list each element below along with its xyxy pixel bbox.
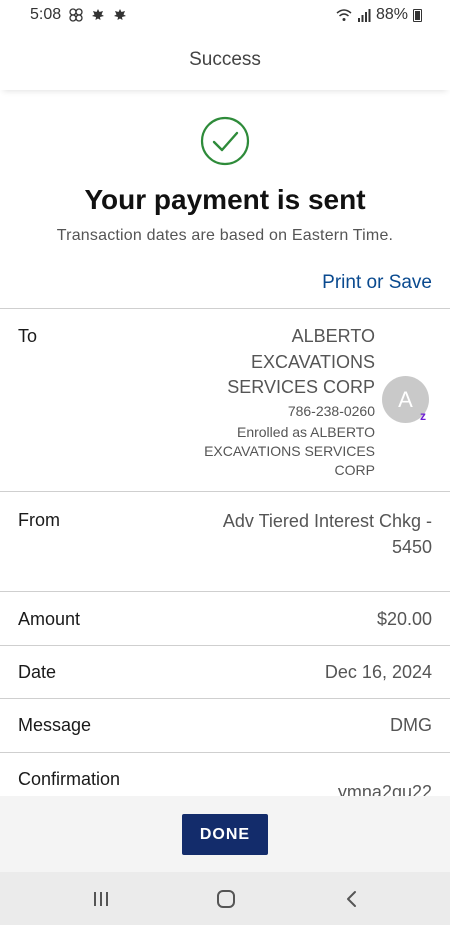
check-circle-icon xyxy=(200,116,250,166)
amount-label: Amount xyxy=(18,609,81,629)
divider xyxy=(0,752,450,753)
signal-icon xyxy=(357,9,371,22)
done-button[interactable]: DONE xyxy=(182,814,268,855)
message-label: Message xyxy=(18,715,92,735)
divider xyxy=(0,698,450,699)
battery-percent: 88% xyxy=(375,6,408,23)
from-label: From xyxy=(18,510,60,530)
message-value: DMG xyxy=(390,715,432,735)
pinwheel-icon xyxy=(69,8,83,22)
page-title: Success xyxy=(189,49,261,70)
amount-value: $20.00 xyxy=(376,609,432,629)
divider xyxy=(0,491,450,492)
confirmation-label: Confirmation xyxy=(18,769,121,789)
from-account: Adv Tiered Interest Chkg - 5450 xyxy=(222,511,432,557)
recipient-phone: 786-238-0260 xyxy=(287,403,375,419)
to-label: To xyxy=(18,326,38,346)
divider xyxy=(0,308,450,309)
divider xyxy=(0,591,450,592)
print-or-save-link[interactable]: Print or Save xyxy=(322,272,432,294)
payment-sent-heading: Your payment is sent xyxy=(84,184,366,215)
maple-leaf-icon xyxy=(92,9,105,20)
recent-apps-icon[interactable] xyxy=(88,886,114,912)
battery-icon xyxy=(413,8,422,22)
zelle-icon: z xyxy=(420,409,426,423)
status-bar: 5:08 88% xyxy=(0,0,450,30)
home-icon[interactable] xyxy=(213,886,239,912)
recipient-name: ALBERTO EXCAVATIONS SERVICES CORP xyxy=(227,326,375,397)
status-left: 5:08 xyxy=(30,6,127,24)
back-icon[interactable] xyxy=(339,886,365,912)
timezone-note: Transaction dates are based on Eastern T… xyxy=(56,227,394,244)
system-nav-bar xyxy=(0,872,450,925)
status-right: 88% xyxy=(336,6,422,24)
wifi-icon xyxy=(336,9,352,21)
date-label: Date xyxy=(18,662,57,682)
divider xyxy=(0,645,450,646)
avatar-initial: A xyxy=(398,386,413,412)
status-time: 5:08 xyxy=(30,6,62,23)
recipient-enrolled-name: Enrolled as ALBERTO EXCAVATIONS SERVICES… xyxy=(204,424,375,478)
page-header: Success xyxy=(0,30,450,90)
maple-leaf-icon xyxy=(114,9,127,20)
date-value: Dec 16, 2024 xyxy=(324,662,432,682)
